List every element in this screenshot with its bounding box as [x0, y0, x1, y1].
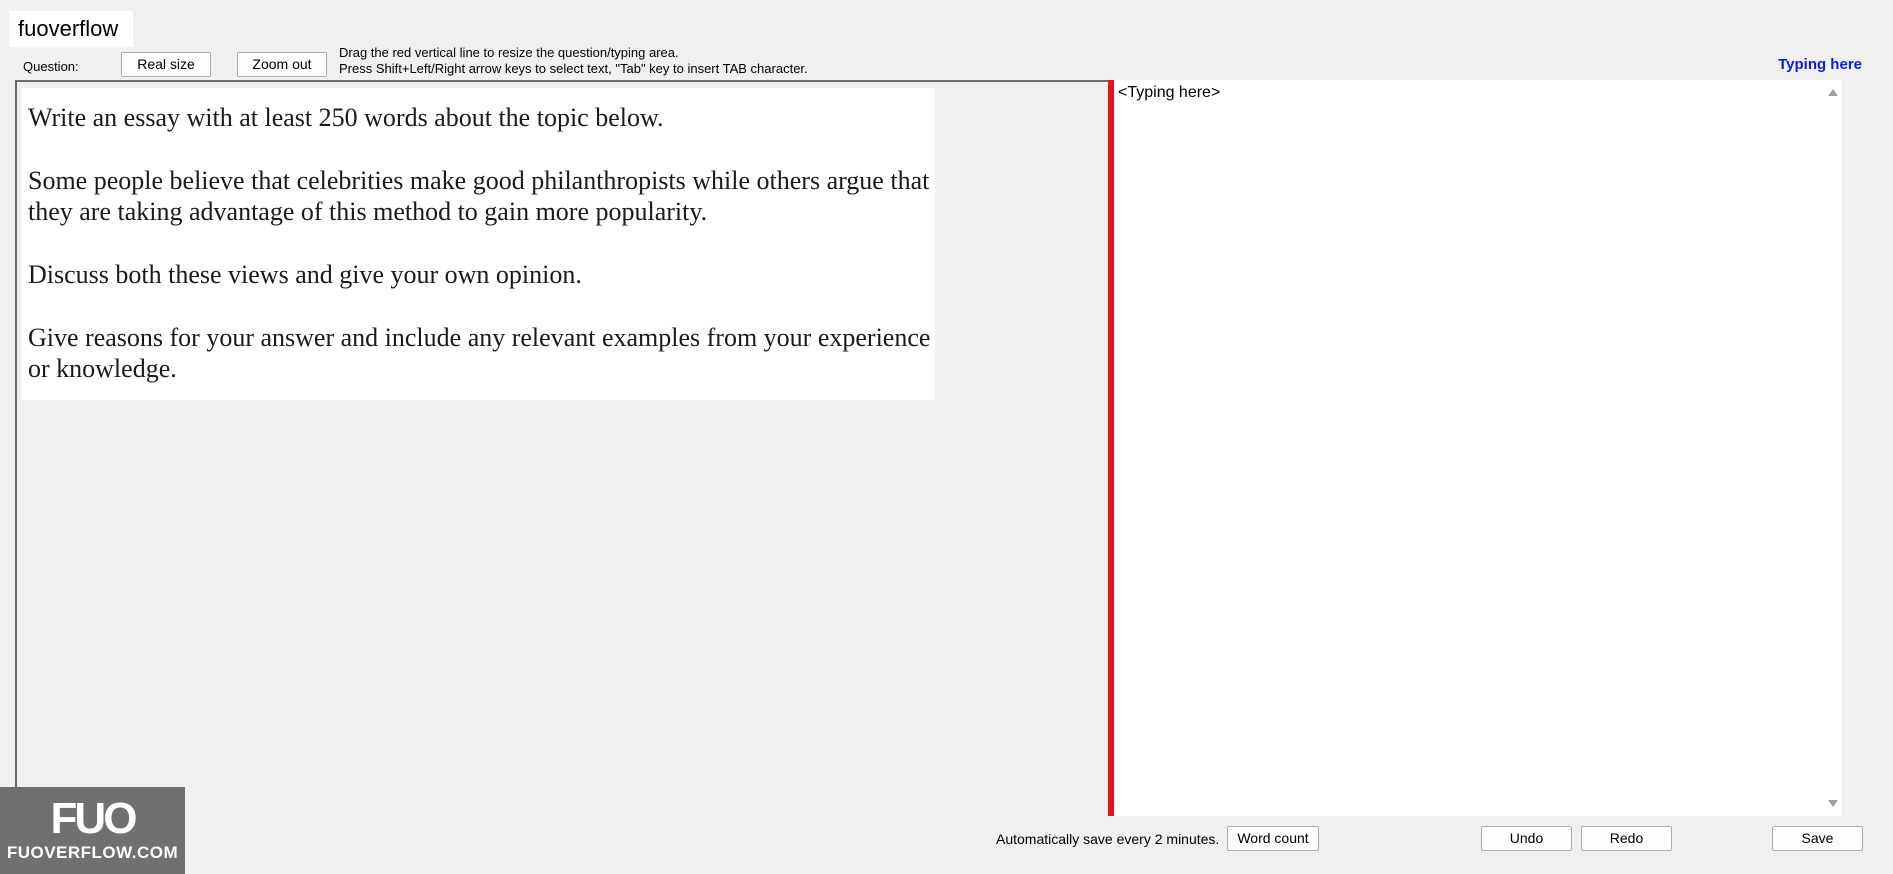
app-title-tab[interactable]: fuoverflow — [9, 11, 134, 47]
essay-app-window: fuoverflow Question: Real size Zoom out … — [0, 0, 1893, 874]
real-size-button[interactable]: Real size — [121, 52, 211, 77]
undo-button[interactable]: Undo — [1481, 826, 1572, 851]
typing-pane — [1114, 80, 1842, 816]
question-paragraph: Discuss both these views and give your o… — [28, 260, 582, 289]
question-label: Question: — [23, 59, 79, 74]
app-title: fuoverflow — [18, 16, 119, 41]
watermark-text: FUOVERFLOW.COM — [6, 843, 179, 862]
typing-scrollbar[interactable] — [1824, 80, 1842, 816]
save-button[interactable]: Save — [1772, 826, 1863, 851]
essay-typing-area[interactable] — [1118, 84, 1822, 812]
question-pane: Write an essay with at least 250 words a… — [15, 80, 1109, 816]
typing-here-label: Typing here — [1778, 56, 1862, 73]
question-paragraph: Some people believe that celebrities mak… — [28, 166, 930, 226]
word-count-button[interactable]: Word count — [1227, 826, 1319, 851]
watermark-logo: FUO FUOVERFLOW.COM — [0, 787, 185, 874]
question-content: Write an essay with at least 250 words a… — [22, 88, 935, 400]
instructions-text: Drag the red vertical line to resize the… — [339, 45, 808, 77]
instruction-line-keys: Press Shift+Left/Right arrow keys to sel… — [339, 61, 808, 76]
scroll-down-arrow-icon[interactable] — [1828, 800, 1838, 807]
instruction-line-resize: Drag the red vertical line to resize the… — [339, 45, 679, 60]
zoom-out-button[interactable]: Zoom out — [237, 52, 327, 77]
redo-button[interactable]: Redo — [1581, 826, 1672, 851]
scroll-up-arrow-icon[interactable] — [1828, 89, 1838, 96]
watermark-logo-mark: FUO — [50, 794, 138, 843]
question-paragraph: Write an essay with at least 250 words a… — [28, 103, 664, 132]
autosave-status: Automatically save every 2 minutes. — [996, 831, 1220, 847]
question-paragraph: Give reasons for your answer and include… — [28, 323, 931, 383]
